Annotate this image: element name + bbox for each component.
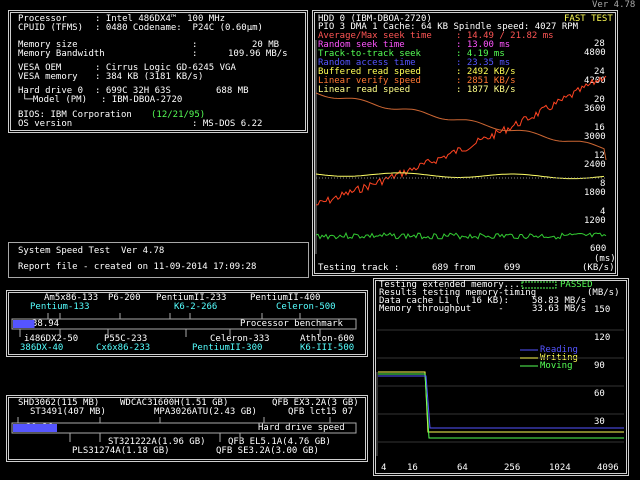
track-seek-trace [315,231,607,240]
seek-time-trace [315,75,607,206]
reading-curve [378,375,624,429]
writing-curve [378,371,624,433]
memory-progress [521,281,557,289]
hdd-bar-frame [11,422,357,434]
cpu-bar-fill [13,320,35,328]
cpu-bar-frame [11,318,357,330]
hdd-bar-fill [13,424,57,432]
graphics-layer [11,40,624,456]
